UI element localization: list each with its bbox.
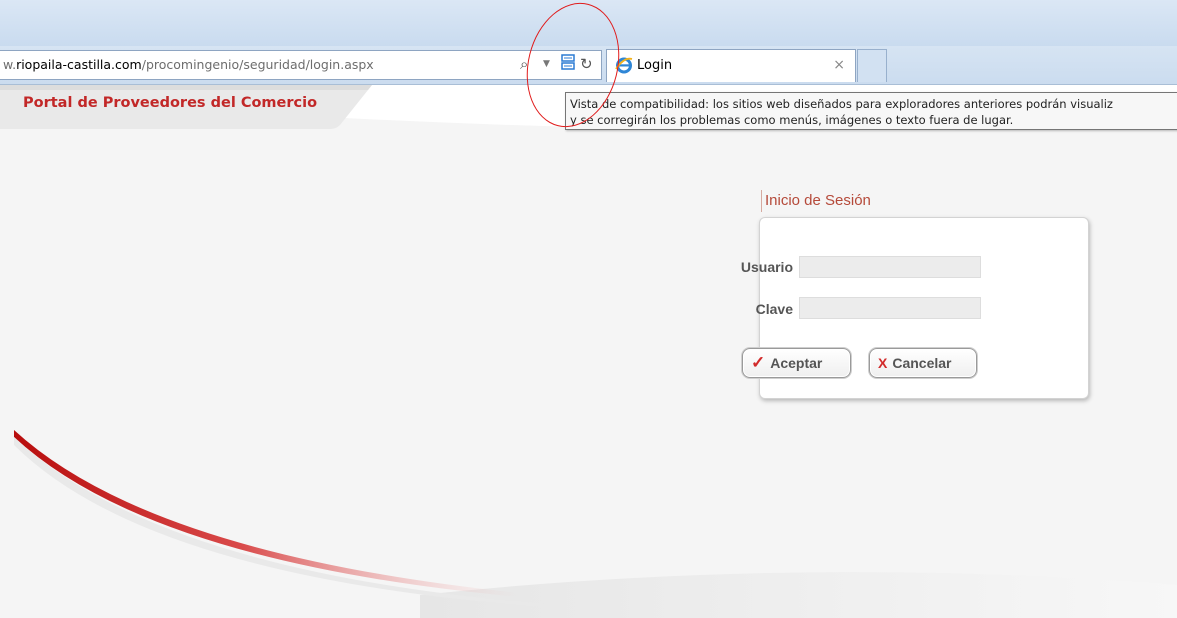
address-bar[interactable]: w.riopaila-castilla.com/procomingenio/se… [0, 50, 602, 80]
address-domain: riopaila-castilla.com [16, 57, 142, 72]
browser-titlebar [0, 0, 1177, 46]
x-icon: X [878, 355, 888, 371]
password-input[interactable] [799, 297, 981, 319]
check-icon: ✓ [751, 353, 766, 372]
address-text: w.riopaila-castilla.com/procomingenio/se… [3, 57, 374, 72]
close-icon[interactable]: × [833, 57, 845, 73]
tooltip-line-2: y se corregirán los problemas como menús… [570, 113, 1014, 127]
address-prefix: w. [3, 57, 17, 72]
cancel-button-label: Cancelar [892, 355, 952, 371]
tooltip-line-1: Vista de compatibilidad: los sitios web … [570, 97, 1113, 111]
user-input[interactable] [799, 256, 981, 278]
dropdown-arrow-icon[interactable]: ▼ [543, 54, 550, 74]
refresh-icon[interactable]: ↻ [580, 54, 593, 74]
portal-title: Portal de Proveedores del Comercio [23, 95, 318, 111]
tab-label: Login [637, 58, 673, 73]
ie-icon [615, 57, 633, 74]
accept-button[interactable]: ✓ Aceptar [742, 348, 851, 378]
compatibility-view-glyph [561, 54, 575, 70]
compatibility-tooltip: Vista de compatibilidad: los sitios web … [565, 92, 1177, 130]
login-heading: Inicio de Sesión [761, 190, 871, 212]
password-label: Clave [755, 301, 793, 317]
accept-button-label: Aceptar [770, 355, 823, 371]
cancel-button[interactable]: X Cancelar [869, 348, 977, 378]
address-path: /procomingenio/seguridad/login.aspx [141, 57, 374, 72]
tab-login[interactable]: Login × [606, 49, 856, 82]
web-page: Portal de Proveedores del Comercio Inici… [0, 85, 1177, 618]
user-label: Usuario [740, 259, 793, 275]
new-tab-button[interactable] [857, 49, 887, 82]
screen: w.riopaila-castilla.com/procomingenio/se… [0, 0, 1177, 618]
search-icon[interactable]: ⌕ [520, 54, 528, 74]
compatibility-view-icon[interactable] [561, 54, 575, 75]
